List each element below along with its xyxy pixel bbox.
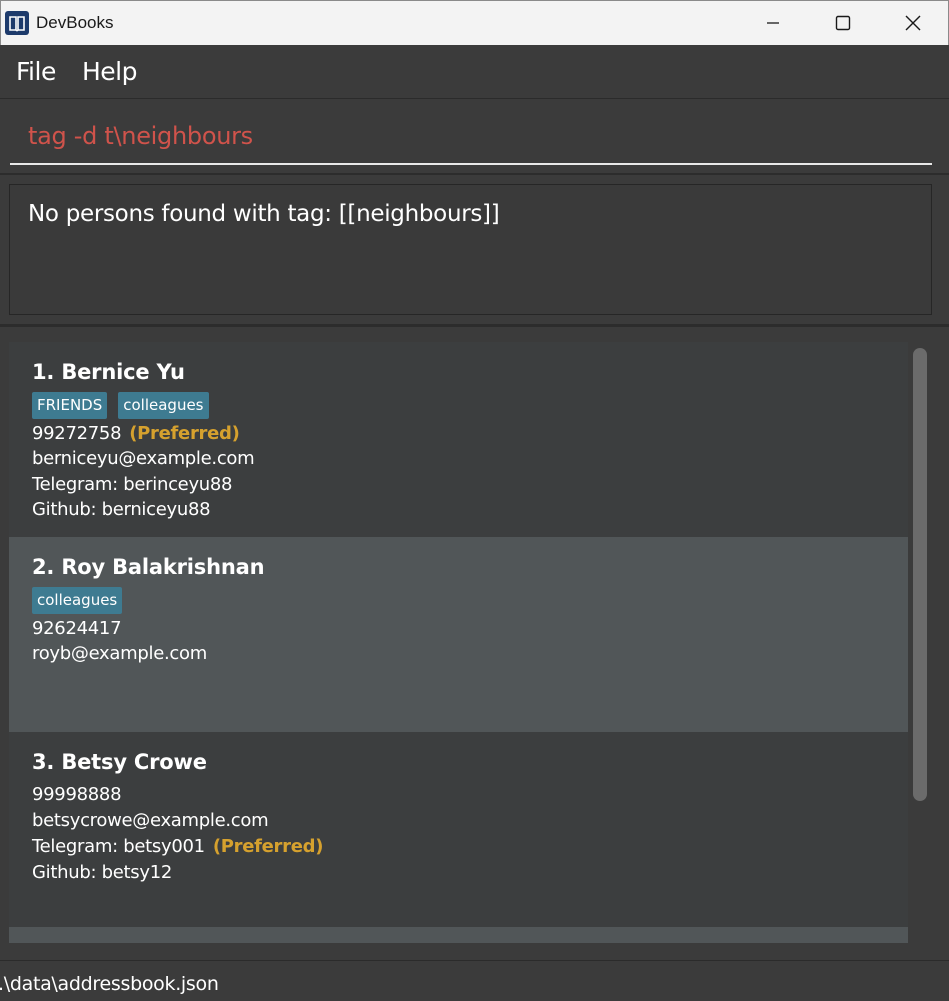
telegram-field: Telegram: berinceyu88 bbox=[32, 474, 233, 495]
maximize-button[interactable] bbox=[808, 1, 878, 45]
tag-badge: FRIENDS bbox=[32, 392, 108, 419]
title-bar: DevBooks bbox=[0, 0, 949, 45]
phone-field: 99272758 (Preferred) bbox=[32, 423, 240, 444]
tag-badge: colleagues bbox=[32, 587, 123, 614]
tag-list: colleagues bbox=[32, 587, 123, 614]
phone-field: 99998888 bbox=[32, 784, 122, 805]
minimize-icon bbox=[767, 22, 779, 24]
result-message: No persons found with tag: [[neighbours]… bbox=[28, 201, 500, 227]
minimize-button[interactable] bbox=[738, 1, 808, 45]
email-field: royb@example.com bbox=[32, 643, 207, 664]
status-bar: .\data\addressbook.json bbox=[0, 960, 949, 1001]
result-display[interactable]: No persons found with tag: [[neighbours]… bbox=[9, 184, 932, 315]
command-input[interactable] bbox=[10, 108, 932, 165]
close-button[interactable] bbox=[878, 1, 948, 45]
menu-bar: File Help bbox=[0, 45, 949, 99]
github-field: Github: betsy12 bbox=[32, 862, 173, 883]
preferred-badge: (Preferred) bbox=[129, 423, 240, 444]
preferred-badge: (Preferred) bbox=[212, 836, 324, 857]
telegram-value: Telegram: betsy001 bbox=[32, 836, 205, 857]
person-name: 2. Roy Balakrishnan bbox=[32, 555, 265, 579]
menu-help[interactable]: Help bbox=[82, 57, 138, 86]
person-card[interactable]: 3. Betsy Crowe 99998888 betsycrowe@examp… bbox=[9, 732, 908, 927]
person-card[interactable]: 1. Bernice Yu FRIENDS colleagues 9927275… bbox=[9, 342, 908, 537]
tag-list: FRIENDS colleagues bbox=[32, 392, 209, 419]
menu-file[interactable]: File bbox=[16, 57, 56, 86]
close-icon bbox=[905, 15, 921, 31]
github-field: Github: berniceyu88 bbox=[32, 499, 211, 520]
person-name: 3. Betsy Crowe bbox=[32, 750, 207, 774]
phone-field: 92624417 bbox=[32, 618, 122, 639]
save-location: .\data\addressbook.json bbox=[0, 973, 219, 995]
telegram-field: Telegram: betsy001 (Preferred) bbox=[32, 836, 323, 857]
person-card-partial[interactable] bbox=[9, 927, 908, 943]
email-field: betsycrowe@example.com bbox=[32, 810, 269, 831]
tag-badge: colleagues bbox=[118, 392, 209, 419]
window-title: DevBooks bbox=[36, 13, 114, 32]
person-list-panel: 1. Bernice Yu FRIENDS colleagues 9927275… bbox=[0, 327, 949, 960]
maximize-icon bbox=[835, 15, 851, 31]
email-field: berniceyu@example.com bbox=[32, 448, 255, 469]
person-name: 1. Bernice Yu bbox=[32, 360, 185, 384]
book-icon bbox=[5, 11, 29, 35]
command-box bbox=[0, 100, 949, 175]
phone-value: 99272758 bbox=[32, 423, 122, 444]
person-card[interactable]: 2. Roy Balakrishnan colleagues 92624417 … bbox=[9, 537, 908, 732]
scrollbar-thumb[interactable] bbox=[913, 348, 927, 801]
person-list[interactable]: 1. Bernice Yu FRIENDS colleagues 9927275… bbox=[9, 342, 908, 943]
